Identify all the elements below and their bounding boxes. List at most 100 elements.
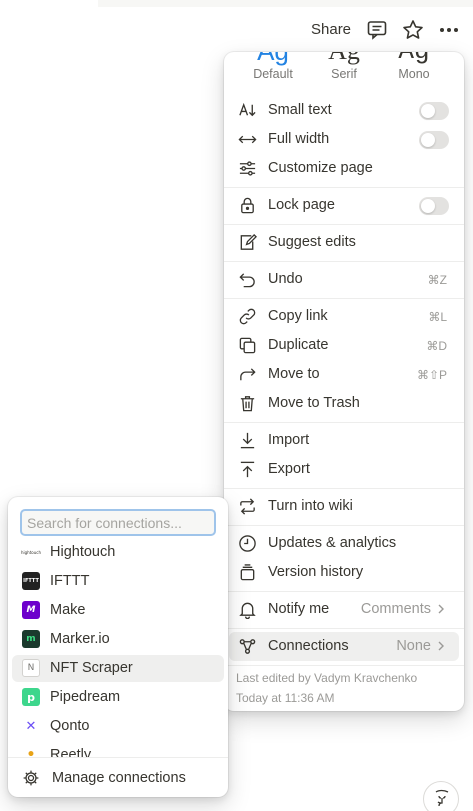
menu-divider — [224, 665, 464, 666]
hightouch-logo: hightouch — [20, 543, 42, 561]
lock-page-toggle[interactable] — [419, 197, 449, 215]
menu-item-undo[interactable]: Undo ⌘Z — [229, 265, 459, 294]
menu-item-notify-me[interactable]: Notify me Comments — [229, 595, 459, 624]
nft-scraper-logo: N — [22, 659, 40, 677]
manage-connections-label: Manage connections — [52, 770, 186, 786]
page-header-strip — [98, 0, 473, 7]
connection-name: Qonto — [50, 718, 90, 734]
menu-item-import[interactable]: Import — [229, 426, 459, 455]
connection-item-ifttt[interactable]: IFTTT IFTTT — [12, 568, 224, 595]
connection-name: Reetly — [50, 747, 92, 757]
clock-icon — [238, 534, 257, 553]
connection-item-hightouch[interactable]: hightouch Hightouch — [12, 539, 224, 566]
menu-item-version-history[interactable]: Version history — [229, 558, 459, 587]
menu-item-move-to[interactable]: Move to ⌘⇧P — [229, 360, 459, 389]
connections-icon — [238, 637, 257, 656]
connection-name: Hightouch — [50, 544, 116, 560]
menu-item-export[interactable]: Export — [229, 455, 459, 484]
menu-item-lock-page[interactable]: Lock page — [229, 191, 459, 220]
help-button[interactable] — [423, 781, 459, 811]
chevron-right-icon — [438, 641, 444, 651]
font-label-default: Default — [253, 67, 293, 81]
connection-name: Marker.io — [50, 631, 110, 647]
version-history-icon — [238, 563, 257, 582]
gear-icon — [23, 770, 39, 786]
menu-item-label: Full width — [268, 131, 330, 147]
menu-item-copy-link[interactable]: Copy link ⌘L — [229, 302, 459, 331]
menu-item-move-to-trash[interactable]: Move to Trash — [229, 389, 459, 418]
menu-item-full-width[interactable]: Full width — [229, 125, 459, 154]
connection-item-make[interactable]: M Make — [12, 597, 224, 624]
menu-item-label: Notify me — [268, 601, 330, 617]
qonto-logo: ✕ — [22, 717, 40, 735]
menu-item-label: Updates & analytics — [268, 535, 397, 551]
menu-divider — [224, 224, 464, 225]
connection-item-marker-io[interactable]: m Marker.io — [12, 626, 224, 653]
connection-name: Make — [50, 602, 86, 618]
font-label-mono: Mono — [398, 67, 430, 81]
menu-divider — [224, 628, 464, 629]
full-width-toggle[interactable] — [419, 131, 449, 149]
connection-name: Pipedream — [50, 689, 121, 705]
connection-name: IFTTT — [50, 573, 90, 589]
pipedream-logo: p — [22, 688, 40, 706]
menu-item-label: Lock page — [268, 197, 335, 213]
menu-divider — [224, 488, 464, 489]
comment-icon[interactable] — [365, 18, 389, 42]
bell-icon — [238, 600, 257, 620]
notify-me-value: Comments — [360, 601, 431, 617]
connection-item-pipedream[interactable]: p Pipedream — [12, 684, 224, 711]
trash-icon — [238, 394, 257, 413]
menu-item-small-text[interactable]: Small text — [229, 96, 459, 125]
font-option-mono[interactable]: Ag Mono — [384, 52, 444, 81]
more-icon[interactable] — [437, 18, 461, 42]
import-icon — [238, 431, 257, 450]
menu-divider — [224, 261, 464, 262]
menu-item-label: Suggest edits — [268, 234, 356, 250]
link-icon — [238, 307, 257, 326]
ifttt-logo: IFTTT — [22, 572, 40, 590]
star-icon[interactable] — [401, 18, 425, 42]
small-text-toggle[interactable] — [419, 102, 449, 120]
font-label-serif: Serif — [331, 67, 357, 81]
menu-item-suggest-edits[interactable]: Suggest edits — [229, 228, 459, 257]
connection-name: NFT Scraper — [50, 660, 133, 676]
menu-item-duplicate[interactable]: Duplicate ⌘D — [229, 331, 459, 360]
menu-item-connections[interactable]: Connections None — [229, 632, 459, 661]
chevron-right-icon — [438, 604, 444, 614]
menu-item-turn-into-wiki[interactable]: Turn into wiki — [229, 492, 459, 521]
share-button[interactable]: Share — [311, 21, 351, 38]
menu-item-label: Turn into wiki — [268, 498, 353, 514]
font-option-default[interactable]: Ag Default — [243, 52, 303, 81]
manage-connections-button[interactable]: Manage connections — [12, 764, 224, 793]
markerio-logo: m — [22, 630, 40, 648]
menu-item-label: Move to — [268, 366, 320, 382]
search-connections-input[interactable] — [20, 509, 216, 536]
menu-divider — [224, 591, 464, 592]
menu-item-updates-analytics[interactable]: Updates & analytics — [229, 529, 459, 558]
menu-divider — [224, 422, 464, 423]
menu-item-label: Small text — [268, 102, 332, 118]
lock-icon — [238, 196, 257, 215]
shortcut-hint: ⌘⇧P — [416, 368, 447, 382]
undo-icon — [238, 270, 257, 289]
small-text-icon — [238, 101, 257, 120]
menu-item-label: Duplicate — [268, 337, 329, 353]
connection-item-reetly[interactable]: • Reetly — [12, 742, 224, 757]
page-options-menu: Ag Default Ag Serif Ag Mono Small text F… — [224, 52, 464, 711]
connection-item-qonto[interactable]: ✕ Qonto — [12, 713, 224, 740]
sliders-icon — [238, 159, 257, 178]
connection-item-nft-scraper[interactable]: N NFT Scraper — [12, 655, 224, 682]
suggest-edit-icon — [238, 233, 257, 252]
notion-ai-face-icon — [435, 789, 449, 807]
connections-popover: hightouch Hightouch IFTTT IFTTT M Make m… — [8, 497, 228, 797]
menu-item-customize-page[interactable]: Customize page — [229, 154, 459, 183]
reetly-logo: • — [22, 746, 40, 757]
menu-item-label: Customize page — [268, 160, 373, 176]
font-option-serif[interactable]: Ag Serif — [314, 52, 374, 81]
font-sample-mono: Ag — [384, 52, 444, 64]
menu-divider — [224, 298, 464, 299]
last-edited-time: Today at 11:36 AM — [236, 691, 335, 705]
last-edited-by: Last edited by Vadym Kravchenko — [236, 671, 418, 685]
menu-divider — [224, 187, 464, 188]
